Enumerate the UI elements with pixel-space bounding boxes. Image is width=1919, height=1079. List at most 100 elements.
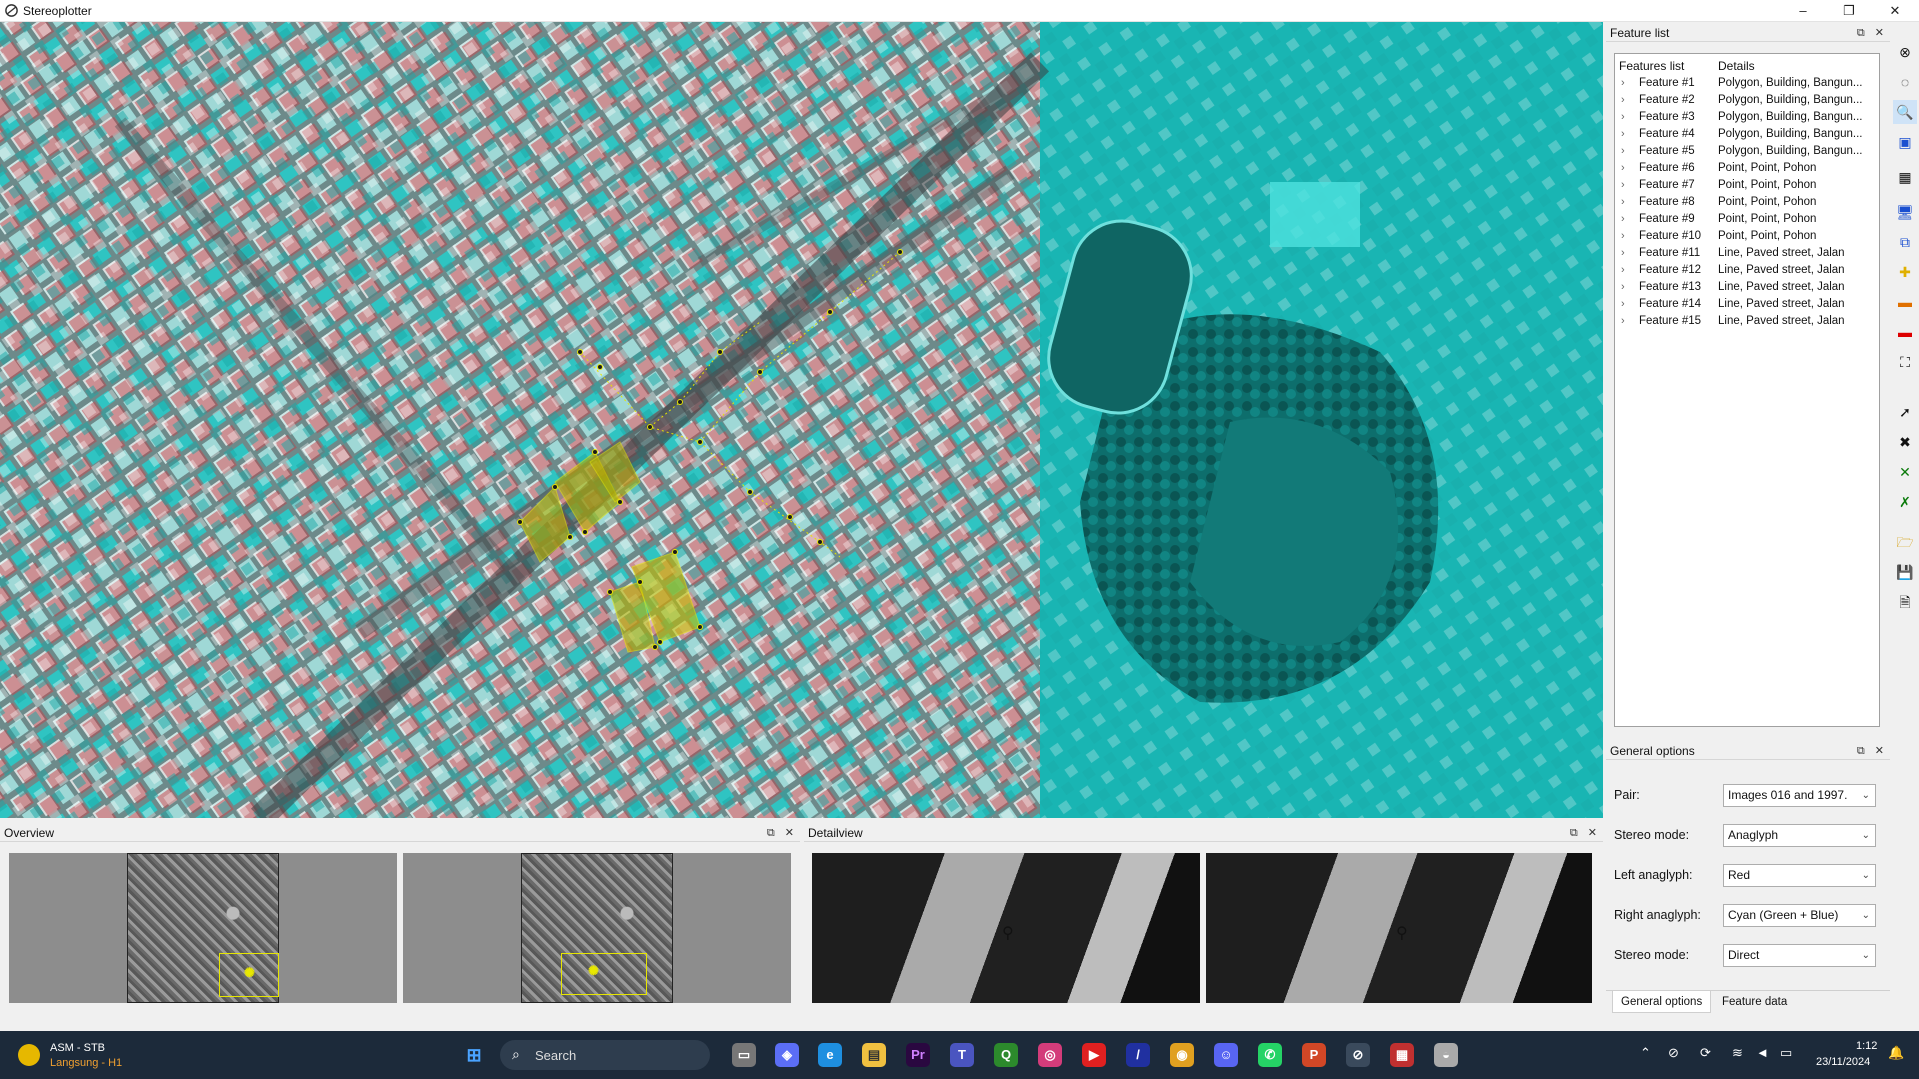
chevron-right-icon[interactable]: › xyxy=(1621,315,1625,327)
fill-icon[interactable]: ⛶ xyxy=(1893,350,1917,374)
add-icon[interactable]: ✚ xyxy=(1893,260,1917,284)
feature-row[interactable]: › Feature #14 Line, Paved street, Jalan xyxy=(1615,297,1879,314)
left-anaglyph-select[interactable]: Red ⌄ xyxy=(1723,864,1876,887)
select-icon[interactable]: ◌ xyxy=(1893,70,1917,94)
youtube-icon[interactable]: ▶ xyxy=(1082,1043,1106,1067)
battery-icon[interactable]: ▭ xyxy=(1780,1045,1792,1061)
powerpoint-icon[interactable]: P xyxy=(1302,1043,1326,1067)
feature-row[interactable]: › Feature #2 Polygon, Building, Bangun... xyxy=(1615,93,1879,110)
chevron-right-icon[interactable]: › xyxy=(1621,213,1625,225)
whatsapp-icon[interactable]: ✆ xyxy=(1258,1043,1282,1067)
feature-row[interactable]: › Feature #7 Point, Point, Pohon xyxy=(1615,178,1879,195)
feature-row[interactable]: › Feature #6 Point, Point, Pohon xyxy=(1615,161,1879,178)
app-icon-3[interactable]: ◒ xyxy=(1434,1043,1458,1067)
undock-icon[interactable]: ⧉ xyxy=(767,827,775,839)
image-icon[interactable]: ▦ xyxy=(1893,165,1917,189)
stereo-mode-select[interactable]: Anaglyph ⌄ xyxy=(1723,824,1876,847)
instagram-icon[interactable]: ◎ xyxy=(1038,1043,1062,1067)
edit-vertex-icon[interactable]: ✕ xyxy=(1893,460,1917,484)
col-header-features[interactable]: Features list xyxy=(1619,59,1684,73)
chevron-right-icon[interactable]: › xyxy=(1621,111,1625,123)
teams-icon[interactable]: T xyxy=(950,1043,974,1067)
close-panel-icon[interactable]: ✕ xyxy=(785,827,794,839)
chevron-right-icon[interactable]: › xyxy=(1621,230,1625,242)
wifi-icon[interactable]: ≋ xyxy=(1732,1045,1743,1061)
chevron-right-icon[interactable]: › xyxy=(1621,128,1625,140)
clock-time[interactable]: 1:12 xyxy=(1856,1040,1877,1052)
tab-feature-data[interactable]: Feature data xyxy=(1714,991,1795,1013)
undock-icon[interactable]: ⧉ xyxy=(1857,27,1865,39)
app-icon-2[interactable]: ▦ xyxy=(1390,1043,1414,1067)
detail-left-image[interactable]: ⚲ xyxy=(812,853,1200,1003)
pair-select[interactable]: Images 016 and 1997. ⌄ xyxy=(1723,784,1876,807)
feature-row[interactable]: › Feature #4 Polygon, Building, Bangun... xyxy=(1615,127,1879,144)
overview-right-image[interactable]: ✺ xyxy=(403,853,791,1003)
pointer-icon[interactable]: ➚ xyxy=(1893,400,1917,424)
overview-left-image[interactable]: ✺ xyxy=(9,853,397,1003)
qgis-icon[interactable]: Q xyxy=(994,1043,1018,1067)
feature-row[interactable]: › Feature #9 Point, Point, Pohon xyxy=(1615,212,1879,229)
task-view-icon[interactable]: ▭ xyxy=(732,1043,756,1067)
close-button[interactable]: ✕ xyxy=(1872,0,1918,22)
chevron-right-icon[interactable]: › xyxy=(1621,94,1625,106)
save-icon[interactable]: 💾 xyxy=(1893,560,1917,584)
edge-icon[interactable]: e xyxy=(818,1043,842,1067)
discord-icon[interactable]: ☺ xyxy=(1214,1043,1238,1067)
chevron-right-icon[interactable]: › xyxy=(1621,179,1625,191)
chevron-right-icon[interactable]: › xyxy=(1621,196,1625,208)
monitor-icon[interactable]: 🖥 xyxy=(1893,200,1917,224)
undock-icon[interactable]: ⧉ xyxy=(1570,827,1578,839)
chrome-icon[interactable]: ◉ xyxy=(1170,1043,1194,1067)
chevron-right-icon[interactable]: › xyxy=(1621,298,1625,310)
tab-general-options[interactable]: General options xyxy=(1612,991,1712,1013)
close-panel-icon[interactable]: ✕ xyxy=(1875,27,1884,39)
col-header-details[interactable]: Details xyxy=(1718,59,1755,73)
weather-icon[interactable] xyxy=(18,1044,40,1066)
feature-row[interactable]: › Feature #12 Line, Paved street, Jalan xyxy=(1615,263,1879,280)
minimize-button[interactable]: – xyxy=(1780,0,1826,22)
right-anaglyph-select[interactable]: Cyan (Green + Blue) ⌄ xyxy=(1723,904,1876,927)
close-panel-icon[interactable]: ✕ xyxy=(1875,745,1884,757)
app-slash-icon[interactable]: / xyxy=(1126,1043,1150,1067)
document-icon[interactable]: 🗎 xyxy=(1893,590,1917,614)
frame-icon[interactable]: ▣ xyxy=(1893,130,1917,154)
chevron-right-icon[interactable]: › xyxy=(1621,247,1625,259)
feature-row[interactable]: › Feature #3 Polygon, Building, Bangun... xyxy=(1615,110,1879,127)
start-icon[interactable]: ⊞ xyxy=(462,1043,486,1067)
stereo-mode-2-select[interactable]: Direct ⌄ xyxy=(1723,944,1876,967)
search-box[interactable]: ⌕ Search xyxy=(500,1040,710,1070)
overview-roi[interactable] xyxy=(561,953,647,995)
chevron-right-icon[interactable]: › xyxy=(1621,281,1625,293)
delete-vertex-icon[interactable]: ✗ xyxy=(1893,490,1917,514)
feature-tree[interactable]: Features list Details › Feature #1 Polygon… xyxy=(1614,53,1880,727)
feature-row[interactable]: › Feature #15 Line, Paved street, Jalan xyxy=(1615,314,1879,331)
stereoplotter-taskbar-icon[interactable]: ⊘ xyxy=(1346,1043,1370,1067)
add-vertex-icon[interactable]: ✖ xyxy=(1893,430,1917,454)
copilot-icon[interactable]: ◈ xyxy=(775,1043,799,1067)
dual-monitor-icon[interactable]: ⧉ xyxy=(1893,230,1917,254)
sync-icon[interactable]: ⟳ xyxy=(1700,1045,1711,1061)
zoom-icon[interactable]: 🔍 xyxy=(1893,100,1917,124)
feature-row[interactable]: › Feature #10 Point, Point, Pohon xyxy=(1615,229,1879,246)
clock-date[interactable]: 23/11/2024 xyxy=(1816,1056,1870,1068)
stereo-anaglyph-view[interactable] xyxy=(0,22,1603,818)
feature-row[interactable]: › Feature #5 Polygon, Building, Bangun... xyxy=(1615,144,1879,161)
feature-row[interactable]: › Feature #1 Polygon, Building, Bangun... xyxy=(1615,76,1879,93)
delete-all-icon[interactable]: ▬ xyxy=(1893,320,1917,344)
feature-row[interactable]: › Feature #11 Line, Paved street, Jalan xyxy=(1615,246,1879,263)
restore-button[interactable]: ❐ xyxy=(1826,0,1872,22)
undock-icon[interactable]: ⧉ xyxy=(1857,745,1865,757)
chevron-right-icon[interactable]: › xyxy=(1621,145,1625,157)
volume-icon[interactable]: ◄ xyxy=(1756,1045,1769,1060)
feature-row[interactable]: › Feature #8 Point, Point, Pohon xyxy=(1615,195,1879,212)
clear-icon[interactable]: ⊗ xyxy=(1893,40,1917,64)
notification-icon[interactable]: 🔔 xyxy=(1888,1045,1904,1061)
feature-row[interactable]: › Feature #13 Line, Paved street, Jalan xyxy=(1615,280,1879,297)
file-explorer-icon[interactable]: ▤ xyxy=(862,1043,886,1067)
chevron-up-icon[interactable]: ⌃ xyxy=(1640,1045,1651,1061)
detail-right-image[interactable]: ⚲ xyxy=(1206,853,1592,1003)
chevron-right-icon[interactable]: › xyxy=(1621,77,1625,89)
chevron-right-icon[interactable]: › xyxy=(1621,162,1625,174)
premiere-icon[interactable]: Pr xyxy=(906,1043,930,1067)
anaglyph-image[interactable] xyxy=(0,22,1603,818)
